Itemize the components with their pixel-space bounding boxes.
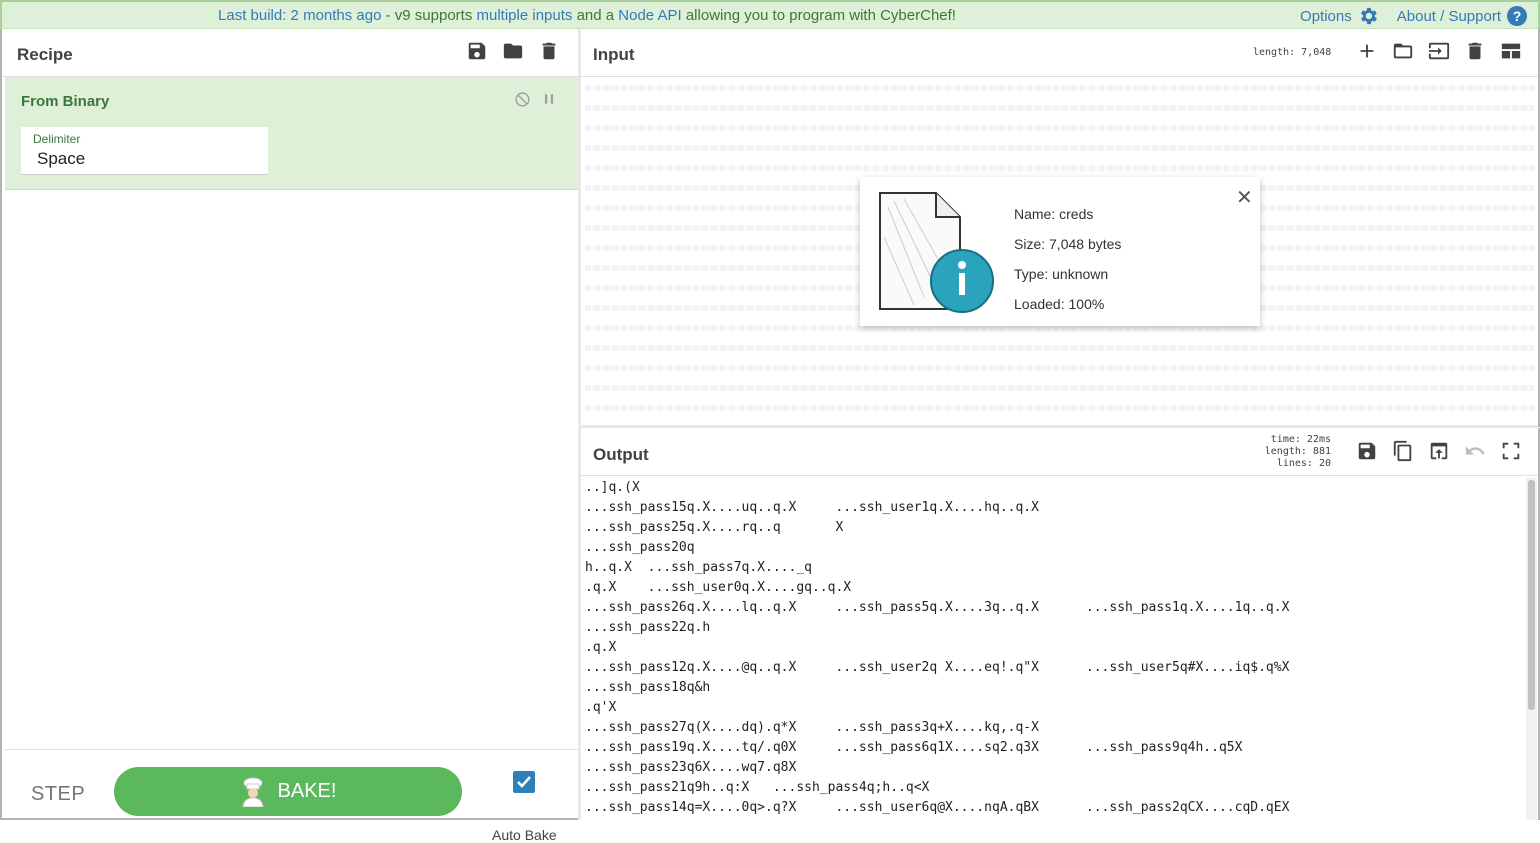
open-folder-icon [1393,43,1413,59]
output-stats: time: 22ms length: 881 lines: 20 [1253,434,1331,470]
output-textarea[interactable]: ..]q.(X ...ssh_pass15q.X....uq..q.X ...s… [581,478,1526,820]
options-button[interactable]: Options [1300,5,1379,27]
recipe-title: Recipe [17,45,73,64]
delimiter-value[interactable]: Space [37,149,85,169]
file-info: Name: creds Size: 7,048 bytes Type: unkn… [1014,199,1121,319]
copy-icon [1393,440,1412,462]
about-support-button[interactable]: About / Support ? [1397,5,1528,27]
save-recipe-button[interactable] [465,39,489,63]
open-file-icon [1428,42,1450,60]
banner-text-3: allowing you to program with CyberChef! [681,7,956,24]
options-label: Options [1300,7,1352,25]
clear-input-button[interactable] [1463,39,1487,63]
move-to-input-icon [1430,442,1448,460]
file-details-card: Name: creds Size: 7,048 bytes Type: unkn… [860,177,1260,326]
add-input-tab-button[interactable] [1355,39,1379,63]
output-header: Output time: 22ms length: 881 lines: 20 [581,428,1538,476]
chef-icon [242,777,264,807]
step-button[interactable]: STEP [31,783,85,806]
last-build-link[interactable]: Last build: 2 months ago [218,7,381,24]
trash-icon [542,42,556,60]
operation-from-binary[interactable]: From Binary Delimiter Space [5,77,578,190]
checkmark-icon [517,776,531,788]
add-tab-icon [1360,44,1374,58]
layout-icon [1501,43,1521,59]
input-length: length: 7,048 [1253,47,1332,58]
maximise-output-button[interactable] [1499,439,1523,463]
input-header: Input length: 7,048 [581,29,1538,77]
open-folder-button[interactable] [1391,39,1415,63]
output-title: Output [593,445,649,464]
output-lines: lines: 20 [1276,458,1331,469]
disable-operation-button[interactable] [510,87,534,111]
bake-button[interactable]: BAKE! [114,767,462,816]
recipe-header: Recipe [2,29,578,77]
about-label: About / Support [1396,7,1501,25]
auto-bake-label: Auto Bake [492,827,557,843]
disable-icon [514,91,530,107]
file-size: Size: 7,048 bytes [1014,236,1122,252]
auto-bake-checkbox[interactable] [513,771,535,793]
node-api-link[interactable]: Node API [618,7,681,24]
reset-layout-button[interactable] [1499,39,1523,63]
load-recipe-button[interactable] [501,39,525,63]
replace-input-button[interactable] [1427,439,1451,463]
banner-text-1: - v9 supports [381,7,477,24]
scrollbar-thumb[interactable] [1528,480,1535,710]
copy-output-button[interactable] [1391,439,1415,463]
notice-banner: Last build: 2 months ago - v9 supports m… [0,0,1540,29]
svg-text:?: ? [1513,8,1522,24]
bake-controls: STEP BAKE! Auto Bake [5,749,578,843]
operation-title: From Binary [21,93,110,110]
bake-label: BAKE! [277,780,337,802]
trash-icon [1468,42,1482,60]
output-length: length: 881 [1264,446,1331,457]
delimiter-label: Delimiter [33,132,81,146]
file-loaded: Loaded: 100% [1014,296,1105,312]
save-icon [1358,442,1376,460]
recipe-pane: Recipe From Binary Delimiter Space STEP [0,29,578,843]
help-icon: ? [1506,5,1528,27]
undo-button[interactable] [1463,439,1487,463]
banner-text-2: and a [572,7,619,24]
clear-recipe-button[interactable] [537,39,561,63]
save-icon [468,42,486,60]
breakpoint-button[interactable] [537,87,561,111]
input-title: Input [593,45,635,64]
undo-icon [1465,446,1485,455]
delimiter-field[interactable]: Delimiter Space [21,127,268,175]
maximise-icon [1502,442,1520,460]
file-info-icon [879,192,994,313]
output-pane: Output time: 22ms length: 881 lines: 20 … [581,428,1540,820]
breakpoint-icon [544,94,554,104]
output-time: time: 22ms [1270,434,1331,445]
open-file-button[interactable] [1427,39,1451,63]
gear-icon [1357,5,1379,27]
multiple-inputs-link[interactable]: multiple inputs [477,7,573,24]
file-name: Name: creds [1014,206,1094,222]
file-type: Type: unknown [1014,266,1109,282]
save-output-button[interactable] [1355,439,1379,463]
banner-message: Last build: 2 months ago - v9 supports m… [2,7,1172,24]
folder-icon [503,43,523,59]
close-icon[interactable]: ✕ [1236,185,1253,210]
output-scrollbar[interactable] [1526,478,1537,820]
